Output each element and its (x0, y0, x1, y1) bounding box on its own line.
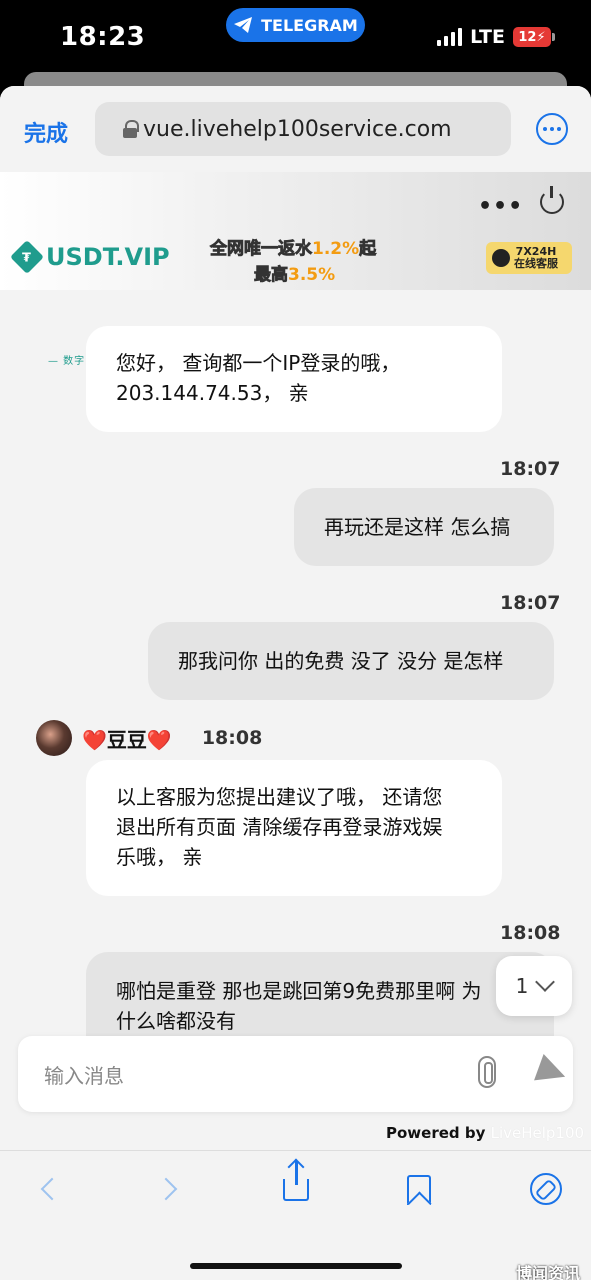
lock-icon (123, 120, 139, 138)
compass-icon[interactable] (530, 1173, 562, 1205)
power-icon[interactable] (540, 186, 564, 214)
message-time: 18:07 (500, 592, 561, 614)
message-time: 18:08 (201, 727, 263, 749)
chat-thread[interactable]: 您好， 查询都一个IP登录的哦， 203.144.74.53， 亲 18:07 … (0, 290, 591, 1072)
url-text: vue.livehelp100service.com (143, 116, 452, 142)
forward-icon[interactable] (154, 1177, 178, 1201)
unread-count: 1 (515, 974, 529, 998)
browser-sheet: 完成 vue.livehelp100service.com ••• ₮ USDT… (0, 86, 591, 1280)
tether-icon: ₮ (10, 240, 44, 274)
sender-row: ❤️豆豆❤️ 18:08 (36, 720, 262, 756)
message-bubble-incoming: 您好， 查询都一个IP登录的哦， 203.144.74.53， 亲 (86, 326, 502, 432)
customer-service-badge[interactable]: 7X24H 在线客服 (486, 242, 572, 274)
share-icon[interactable] (283, 1161, 309, 1201)
message-time: 18:08 (500, 922, 561, 944)
usdt-logo: ₮ USDT.VIP (10, 240, 170, 274)
back-icon[interactable] (40, 1177, 64, 1201)
powered-brand[interactable]: LiveHelp100 (491, 1124, 584, 1142)
message-input[interactable]: 输入消息 (44, 1060, 124, 1089)
message-bubble-outgoing: 那我问你 出的免费 没了 没分 是怎样 (148, 622, 554, 700)
message-bubble-incoming: 以上客服为您提出建议了哦， 还请您 退出所有页面 清除缓存再登录游戏娱 乐哦， … (86, 760, 502, 896)
back-to-app-pill[interactable]: TELEGRAM (226, 8, 365, 42)
send-icon[interactable] (534, 1054, 570, 1090)
home-indicator[interactable] (190, 1263, 402, 1269)
attachment-icon[interactable] (478, 1056, 496, 1088)
more-options-icon[interactable] (536, 113, 568, 145)
bookmark-icon[interactable] (407, 1175, 431, 1205)
message-composer[interactable]: 输入消息 (18, 1036, 573, 1112)
url-bar: 完成 vue.livehelp100service.com (0, 86, 591, 172)
done-button[interactable]: 完成 (24, 116, 68, 148)
address-field[interactable]: vue.livehelp100service.com (95, 102, 511, 156)
avatar[interactable] (36, 720, 72, 756)
headset-icon (492, 249, 510, 267)
back-app-label: TELEGRAM (261, 15, 358, 35)
telegram-icon (234, 17, 253, 33)
status-time: 18:23 (60, 22, 146, 52)
scroll-to-bottom-button[interactable]: 1 (496, 956, 572, 1016)
watermark: 博闻资讯 (516, 1264, 581, 1280)
battery-level: 12 (518, 29, 537, 45)
signal-icon (437, 28, 463, 46)
chevron-down-icon (535, 972, 556, 992)
promo-text: 全网唯一返水1.2%起 最高3.5% (210, 239, 377, 286)
status-indicators: LTE 12 ⚡ (437, 26, 555, 48)
logo-text: USDT.VIP (46, 243, 170, 271)
message-bubble-outgoing: 再玩还是这样 怎么搞 (294, 488, 554, 566)
ellipsis-icon[interactable]: ••• (478, 194, 523, 219)
battery-icon: 12 ⚡ (513, 27, 555, 47)
browser-toolbar (0, 1150, 591, 1280)
service-badge-text: 7X24H 在线客服 (514, 245, 558, 270)
message-time: 18:07 (500, 458, 561, 480)
powered-by: Powered by LiveHelp100 (386, 1124, 585, 1142)
sender-name: ❤️豆豆❤️ (82, 727, 172, 752)
network-label: LTE (470, 26, 505, 48)
status-bar: 18:23 TELEGRAM LTE 12 ⚡ (0, 0, 591, 72)
